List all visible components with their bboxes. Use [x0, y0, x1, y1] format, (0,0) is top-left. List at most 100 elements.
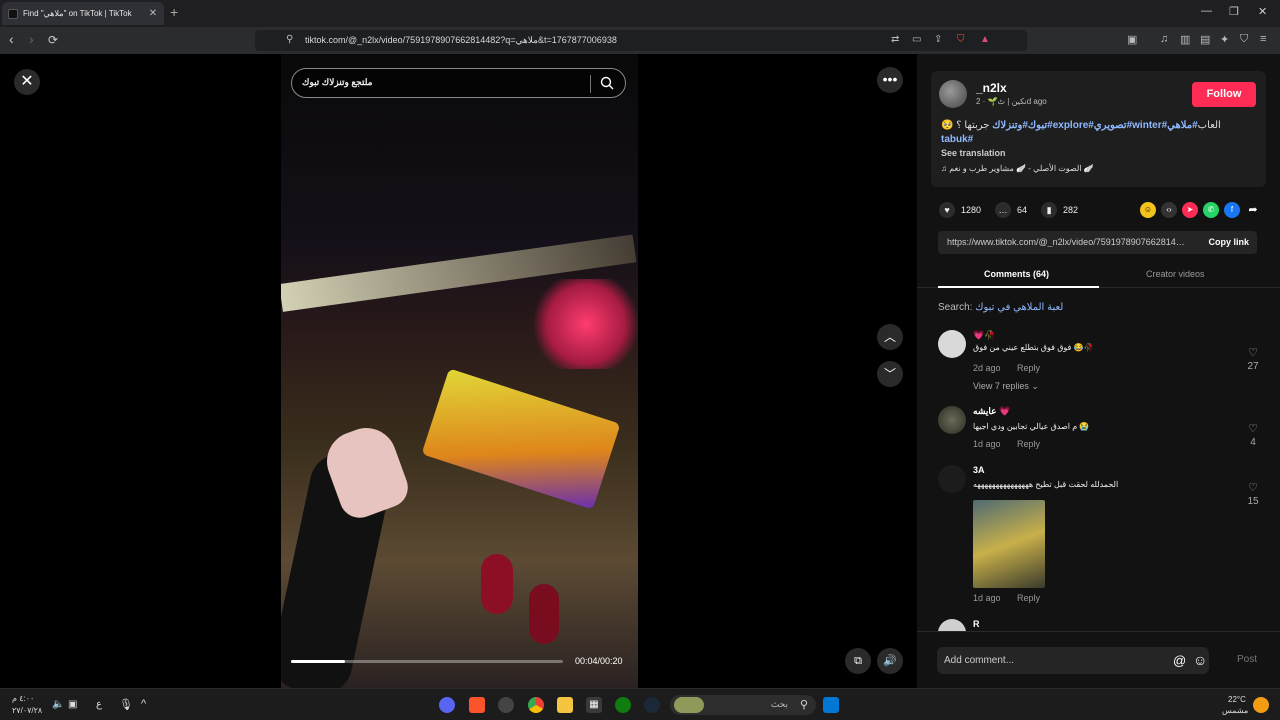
network-icon[interactable]: ▣ [68, 699, 77, 710]
more-options-icon[interactable]: ••• [877, 67, 903, 93]
brave-browser-icon[interactable] [469, 697, 485, 713]
heart-outline-icon[interactable]: ♡ [1248, 482, 1258, 494]
related-search[interactable]: Search: لعبة الملاهي في تبوك [938, 302, 1063, 313]
vpn-icon[interactable]: ⛉ [1240, 33, 1248, 46]
steam-icon[interactable] [644, 697, 660, 713]
weather-desc[interactable]: مشمس [1222, 706, 1248, 715]
copy-link-button[interactable]: Copy link [1208, 237, 1249, 247]
file-explorer-icon[interactable] [557, 697, 573, 713]
microphone-icon[interactable]: 🎙 [119, 698, 133, 711]
embed-icon[interactable]: ‹› [1161, 202, 1177, 218]
related-search-query[interactable]: لعبة الملاهي في تبوك [975, 302, 1063, 313]
volume-icon[interactable]: 🔊 [877, 648, 903, 674]
caption-hashtag[interactable]: #ملاهي [1167, 120, 1198, 131]
author-avatar[interactable] [939, 80, 967, 108]
search-icon[interactable] [599, 75, 615, 91]
taskbar-search[interactable]: بحث ⚲ [670, 695, 816, 715]
whatsapp-icon[interactable]: ✆ [1203, 202, 1219, 218]
previous-video-button[interactable]: ︿ [877, 324, 903, 350]
minimize-icon[interactable]: — [1201, 5, 1212, 17]
bookmark-icon[interactable]: ▮ [1041, 202, 1058, 218]
url-text[interactable]: tiktok.com/@_n2lx/video/7591978907662814… [305, 35, 617, 46]
windows-start-icon[interactable] [823, 697, 839, 713]
sidebar-icon[interactable]: ▥ [1180, 33, 1190, 46]
author-username[interactable]: _n2lx [976, 81, 1007, 95]
commenter-avatar[interactable] [938, 406, 966, 434]
leo-icon[interactable]: ✦ [1220, 33, 1229, 46]
post-button[interactable]: Post [1237, 654, 1257, 665]
reply-button[interactable]: Reply [1017, 593, 1040, 603]
like-action[interactable]: ♥ 1280 [939, 202, 981, 218]
commenter-name[interactable]: 💗🥀 [973, 330, 995, 341]
music-link[interactable]: ♫ الصوت الأصلي - 🪽 مشاوير طرب و نغم 🪽 [941, 164, 1094, 173]
wallet-icon[interactable]: ▤ [1200, 33, 1210, 46]
heart-outline-icon[interactable]: ♡ [1248, 347, 1258, 359]
discord-icon[interactable] [439, 697, 455, 713]
commenter-name[interactable]: R [973, 619, 980, 629]
brave-shield-icon[interactable]: ⛉ [957, 34, 965, 45]
reply-button[interactable]: Reply [1017, 439, 1040, 449]
repost-icon[interactable]: ☺ [1140, 202, 1156, 218]
address-bar[interactable]: ⚲ tiktok.com/@_n2lx/video/75919789076628… [255, 30, 1027, 51]
weather-temp[interactable]: 22°C [1228, 695, 1246, 704]
commenter-avatar[interactable] [938, 465, 966, 493]
caption-hashtag[interactable]: #تبوك [1028, 120, 1053, 131]
window-close-icon[interactable]: ✕ [1258, 5, 1267, 18]
video-search-text[interactable]: ملتجع وتنزلاك تبوك [302, 77, 373, 88]
video-progress-bar[interactable] [291, 660, 563, 663]
caption-hashtag[interactable]: #تصويري [1094, 120, 1132, 131]
next-video-button[interactable]: ﹀ [877, 361, 903, 387]
caption-hashtag[interactable]: #explore [1053, 120, 1094, 131]
video-search-bar[interactable]: ملتجع وتنزلاك تبوك [291, 68, 626, 98]
speaker-icon[interactable]: 🔈 [52, 699, 64, 710]
xbox-icon[interactable] [615, 697, 631, 713]
translate-icon[interactable]: ⇄ [891, 34, 899, 45]
screenshot-icon[interactable]: ▣ [1127, 33, 1137, 46]
forward-icon[interactable]: › [29, 31, 34, 47]
store-icon[interactable]: ▦ [586, 697, 602, 713]
reload-icon[interactable]: ⟳ [48, 33, 58, 47]
music-icon[interactable]: ♫ [1160, 33, 1168, 45]
commenter-name[interactable]: عايشه 💗 [973, 406, 1010, 417]
tab-comments[interactable]: Comments (64) [984, 269, 1049, 279]
facebook-icon[interactable]: f [1224, 202, 1240, 218]
comment-action[interactable]: … 64 [995, 202, 1027, 218]
heart-outline-icon[interactable]: ♡ [1248, 423, 1258, 435]
new-tab-button[interactable]: + [170, 4, 178, 20]
comment-like[interactable]: ♡ 15 [1244, 481, 1262, 507]
input-language[interactable]: ع [96, 699, 102, 710]
weather-sun-icon[interactable] [1253, 697, 1269, 713]
commenter-avatar[interactable] [938, 619, 966, 631]
clock-time[interactable]: ٤:٠٠ م [12, 694, 34, 703]
comment-image[interactable] [973, 500, 1045, 588]
reply-button[interactable]: Reply [1017, 363, 1040, 373]
back-icon[interactable]: ‹ [9, 31, 14, 47]
comment-like[interactable]: ♡ 4 [1244, 422, 1262, 448]
commenter-name[interactable]: 3A [973, 465, 985, 475]
caption-hashtag[interactable]: #tabuk [941, 134, 973, 145]
tray-expand-icon[interactable]: ^ [141, 698, 146, 710]
share-more-icon[interactable]: ➦ [1245, 202, 1261, 218]
site-info-icon[interactable]: ⚲ [286, 34, 293, 45]
app-icon[interactable] [498, 697, 514, 713]
comment-input[interactable] [937, 647, 1209, 674]
comment-like[interactable]: ♡ 27 [1244, 346, 1262, 372]
heart-icon[interactable]: ♥ [939, 202, 955, 218]
caption-hashtag[interactable]: #وتنزلاك [992, 120, 1028, 131]
clock-date[interactable]: ٢٧/٠٧/٢٨ [12, 706, 42, 715]
share-icon[interactable]: ⇪ [934, 34, 942, 45]
send-icon[interactable]: ➤ [1182, 202, 1198, 218]
see-translation-link[interactable]: See translation [941, 148, 1006, 158]
commenter-avatar[interactable] [938, 330, 966, 358]
close-video-button[interactable]: ✕ [14, 69, 40, 95]
share-link-url[interactable]: https://www.tiktok.com/@_n2lx/video/7591… [947, 237, 1187, 247]
caption-hashtag[interactable]: #winter [1132, 120, 1167, 131]
tab-creator-videos[interactable]: Creator videos [1146, 269, 1205, 279]
tab-close-icon[interactable]: ✕ [148, 8, 158, 19]
chrome-icon[interactable] [528, 697, 544, 713]
view-replies-button[interactable]: View 7 replies ⌄ [973, 381, 1039, 392]
maximize-icon[interactable]: ❐ [1229, 5, 1239, 18]
follow-button[interactable]: Follow [1192, 82, 1256, 107]
browser-tab[interactable]: Find "ملاهي" on TikTok | TikTok ✕ [2, 2, 164, 25]
picture-in-picture-icon[interactable]: ⧉ [845, 648, 871, 674]
